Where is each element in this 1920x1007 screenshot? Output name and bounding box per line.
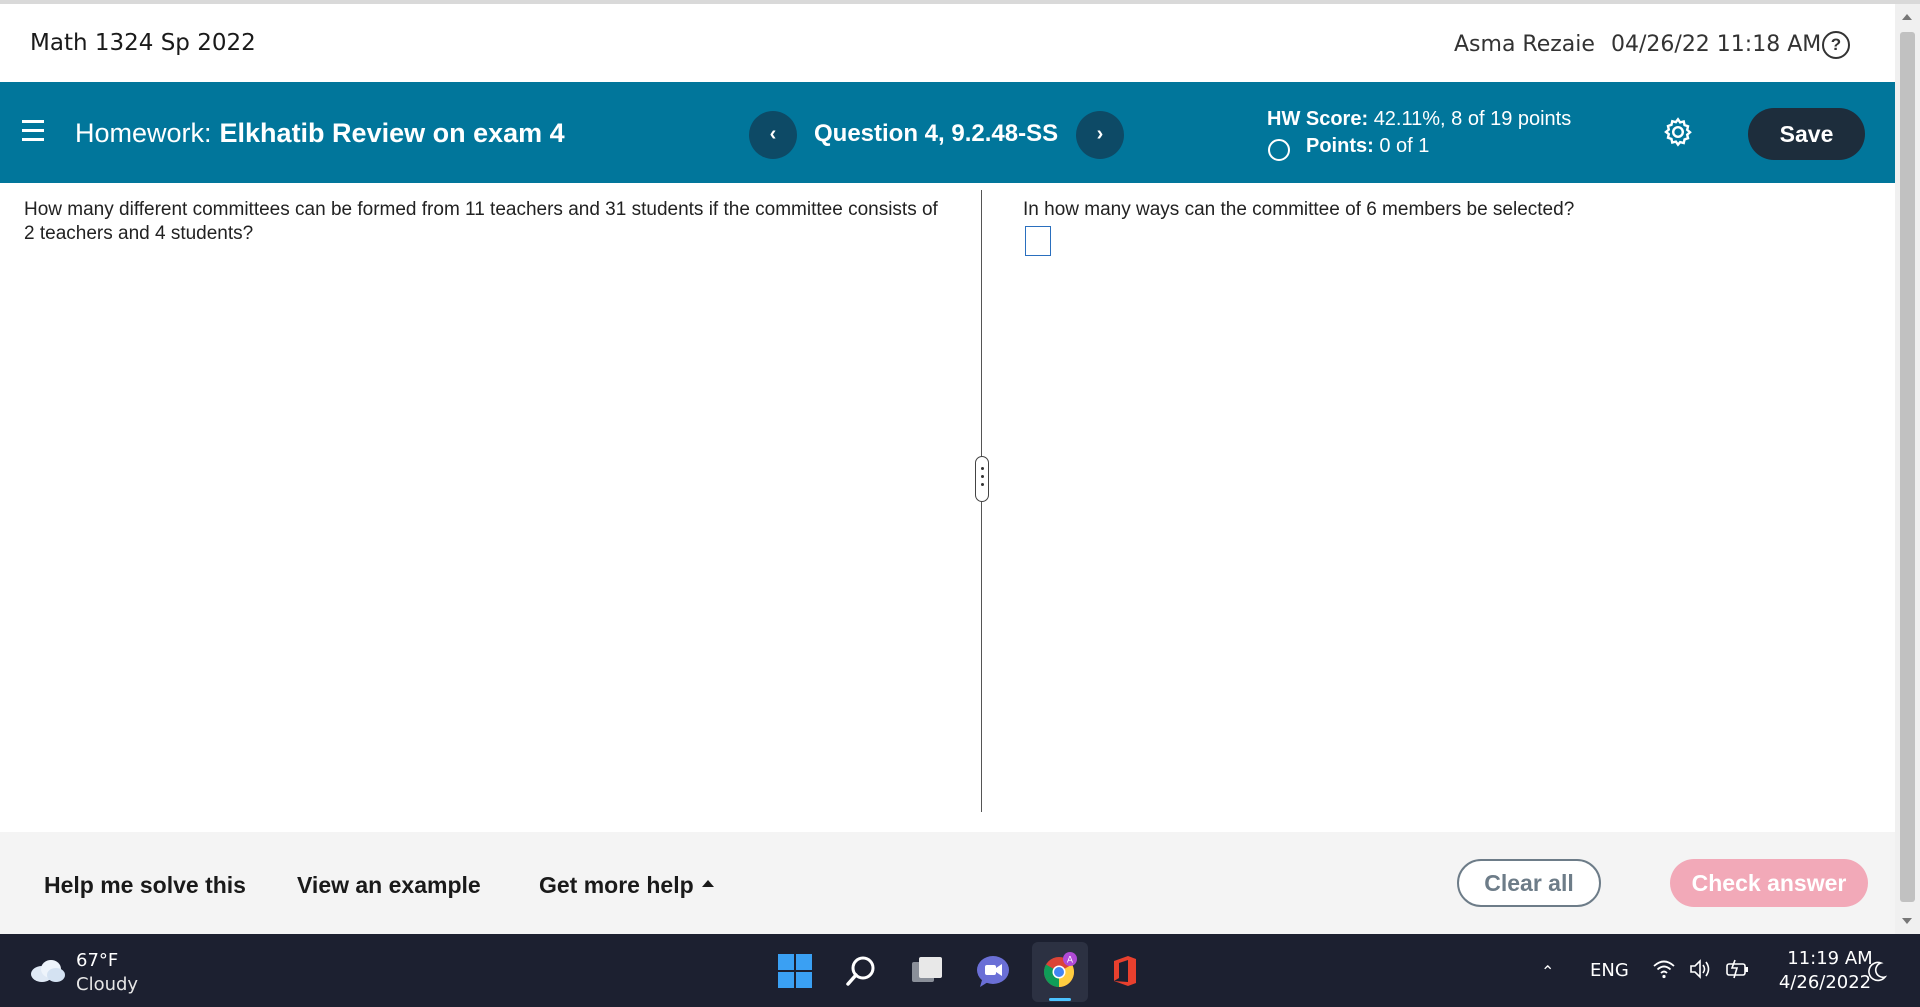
help-me-solve-button[interactable]: Help me solve this	[44, 872, 246, 899]
chevron-up-icon[interactable]: ⌃	[1541, 962, 1554, 982]
answer-prompt: In how many ways can the committee of 6 …	[1023, 199, 1575, 220]
scroll-down-arrow-icon[interactable]	[1902, 918, 1912, 924]
points-label: Points:	[1306, 135, 1374, 157]
chevron-left-icon: ‹	[769, 123, 777, 145]
battery-charging-icon[interactable]	[1724, 958, 1752, 980]
next-question-button[interactable]: ›	[1076, 111, 1124, 159]
get-more-help-button[interactable]: Get more help	[539, 872, 714, 899]
previous-question-button[interactable]: ‹	[749, 111, 797, 159]
save-button[interactable]: Save	[1748, 108, 1865, 160]
course-title[interactable]: Math 1324 Sp 2022	[30, 30, 256, 56]
volume-icon[interactable]	[1688, 958, 1714, 980]
question-circle-icon[interactable]: ?	[1822, 31, 1850, 59]
taskbar-clock-time[interactable]: 11:19 AM	[1780, 948, 1880, 969]
user-name: Asma Rezaie	[1454, 32, 1595, 57]
check-answer-button[interactable]: Check answer	[1670, 859, 1868, 907]
windows-taskbar: 67°F Cloudy A ⌃ ENG 11:19 AM 4/26/2022	[0, 934, 1920, 1007]
chevron-right-icon: ›	[1096, 123, 1104, 145]
score-block: HW Score: 42.11%, 8 of 19 points Points:…	[1267, 108, 1571, 162]
office-icon[interactable]	[1106, 952, 1144, 990]
help-bar: Help me solve this View an example Get m…	[0, 832, 1895, 934]
points: Points: 0 of 1	[1267, 135, 1571, 162]
get-more-help-label: Get more help	[539, 872, 694, 898]
hw-score: HW Score: 42.11%, 8 of 19 points	[1267, 108, 1571, 135]
points-status-icon	[1268, 139, 1290, 161]
chrome-icon[interactable]: A	[1040, 952, 1078, 990]
question-label[interactable]: Question 4, 9.2.48-SS	[814, 120, 1058, 148]
current-datetime: 04/26/22 11:18 AM	[1611, 32, 1822, 57]
hw-score-label: HW Score:	[1267, 108, 1369, 130]
view-example-button[interactable]: View an example	[297, 872, 481, 899]
gear-icon[interactable]	[1662, 116, 1694, 148]
chrome-running-indicator	[1049, 998, 1071, 1001]
page-scrollbar[interactable]	[1895, 4, 1920, 934]
teams-chat-icon[interactable]	[974, 952, 1012, 990]
search-icon[interactable]	[842, 952, 880, 990]
taskbar-clock-date[interactable]: 4/26/2022	[1770, 972, 1880, 993]
weather-condition[interactable]: Cloudy	[76, 974, 138, 995]
answer-input[interactable]	[1025, 226, 1051, 256]
wifi-icon[interactable]	[1652, 958, 1676, 980]
question-text: How many different committees can be for…	[24, 199, 938, 244]
focus-assist-moon-icon[interactable]	[1868, 960, 1888, 982]
input-language[interactable]: ENG	[1590, 960, 1629, 981]
course-bar: Math 1324 Sp 2022 Asma Rezaie 04/26/22 1…	[0, 4, 1895, 82]
task-view-icon[interactable]	[908, 952, 946, 990]
homework-prefix: Homework:	[75, 118, 212, 148]
svg-text:A: A	[1067, 956, 1074, 966]
homework-header: Homework: Elkhatib Review on exam 4 ‹ Que…	[0, 82, 1895, 183]
hw-score-value: 42.11%, 8 of 19 points	[1373, 108, 1572, 130]
cloud-icon[interactable]	[28, 956, 66, 984]
points-value: 0 of 1	[1379, 135, 1430, 157]
hamburger-menu-icon[interactable]	[22, 120, 44, 142]
pane-resize-handle[interactable]	[975, 456, 989, 502]
caret-up-icon	[701, 880, 714, 888]
windows-start-icon[interactable]	[776, 952, 814, 990]
homework-name: Elkhatib Review on exam 4	[219, 118, 565, 148]
scroll-thumb[interactable]	[1900, 32, 1915, 902]
homework-title: Homework: Elkhatib Review on exam 4	[75, 118, 565, 149]
weather-temperature[interactable]: 67°F	[76, 950, 118, 971]
clear-all-button[interactable]: Clear all	[1457, 859, 1601, 907]
scroll-up-arrow-icon[interactable]	[1902, 14, 1912, 20]
